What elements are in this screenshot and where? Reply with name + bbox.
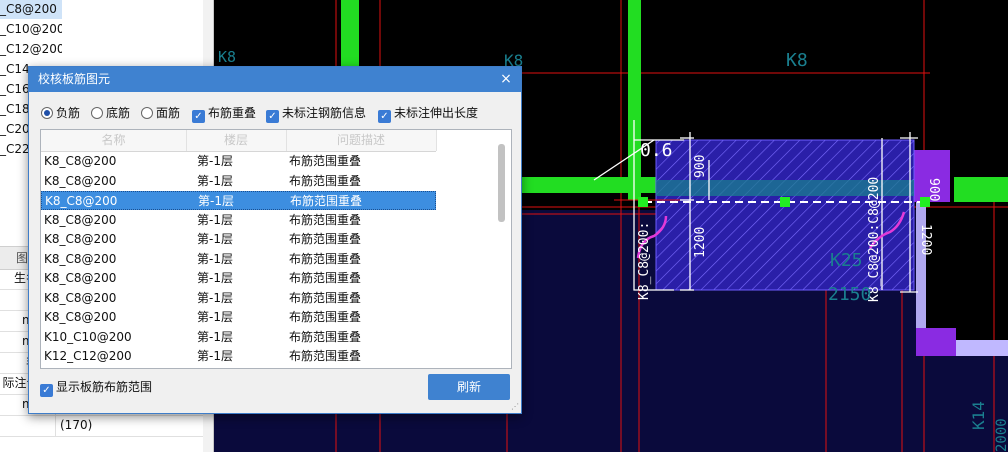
- label-k25: K25: [830, 250, 863, 271]
- radio-bottom-rebar[interactable]: 底筋: [91, 105, 130, 121]
- label-dim-2150: 2150: [828, 284, 871, 305]
- column-header-issue[interactable]: 问题描述: [286, 130, 437, 151]
- cell-floor: 第-1层: [197, 290, 233, 305]
- table-row[interactable]: K8_C8@200 第-1层 布筋范围重叠: [41, 191, 436, 210]
- radio-label: 面筋: [156, 106, 181, 120]
- cell-floor: 第-1层: [198, 194, 234, 208]
- cell-floor: 第-1层: [197, 173, 233, 188]
- cell-issue: 布筋范围重叠: [289, 232, 362, 246]
- cell-floor: 第-1层: [197, 329, 233, 344]
- label-dim-900-a: 900: [693, 155, 708, 178]
- cell-floor: 第-1层: [197, 212, 233, 227]
- table-row[interactable]: K8_C8@200 第-1层 布筋范围重叠: [41, 269, 436, 288]
- cell-name: K10_C10@200: [44, 329, 132, 344]
- cell-floor: 第-1层: [197, 310, 233, 324]
- checkbox-label: 显示板筋布筋范围: [56, 380, 153, 394]
- cell-issue: 布筋范围重叠: [290, 194, 363, 208]
- table-row[interactable]: K8_C8@200 第-1层 布筋范围重叠: [41, 308, 436, 327]
- radio-indicator: [141, 107, 153, 119]
- list-item[interactable]: _C10@200: [0, 19, 62, 39]
- checkbox-label: 布筋重叠: [208, 106, 257, 120]
- dialog-title: 校核板筋图元: [38, 72, 111, 86]
- radio-indicator: [41, 107, 53, 119]
- label-k8-right: K8: [786, 50, 808, 71]
- checkbox-label: 未标注伸出长度: [394, 106, 479, 120]
- label-dim-0-6: 0.6: [640, 140, 673, 161]
- cell-name: K8_C8@200: [44, 310, 117, 324]
- check-rebar-dialog: 校核板筋图元 × 负筋 底筋 面筋 ✓ 布筋重叠 ✓ 未标注钢筋信息 ✓ 未标注伸出长…: [28, 66, 522, 414]
- table-row[interactable]: K12_C12@200 第-1层 布筋范围重叠: [41, 347, 436, 366]
- label-dim-1200-a: 1200: [693, 227, 708, 258]
- column-header-floor[interactable]: 楼层: [186, 130, 287, 151]
- issue-table: 名称 楼层 问题描述 K8_C8@200 第-1层 布筋范围重叠 K8_C8@200 第…: [40, 129, 512, 369]
- table-row[interactable]: K8_C8@200 第-1层 布筋范围重叠: [41, 211, 436, 230]
- table-row[interactable]: K8_C8@200 第-1层 布筋范围重叠: [41, 172, 436, 191]
- cell-floor: 第-1层: [197, 271, 233, 285]
- table-row[interactable]: K8_C8@200 第-1层 布筋范围重叠: [41, 230, 436, 249]
- list-item[interactable]: _C8@200: [0, 0, 62, 19]
- checkmark-icon: ✓: [192, 110, 205, 123]
- close-icon[interactable]: ×: [497, 67, 515, 92]
- property-row[interactable]: (170): [0, 415, 213, 437]
- cell-issue: 布筋范围重叠: [289, 349, 362, 363]
- checkbox-missing-extension-length[interactable]: ✓ 未标注伸出长度: [378, 105, 479, 123]
- property-name: [0, 415, 52, 436]
- checkbox-label: 未标注钢筋信息: [282, 106, 367, 120]
- cell-name: K8_C8@200: [44, 173, 117, 188]
- cell-name: K8_C8@200: [44, 290, 117, 305]
- resize-grip-icon[interactable]: ⋰: [511, 403, 519, 411]
- checkmark-icon: ✓: [266, 110, 279, 123]
- cell-name: K8_C8@200: [44, 232, 117, 246]
- cell-name: K8_C8@200: [44, 251, 117, 266]
- cell-issue: 布筋范围重叠: [289, 329, 362, 344]
- checkbox-rebar-overlap[interactable]: ✓ 布筋重叠: [192, 105, 257, 123]
- radio-label: 负筋: [56, 106, 81, 120]
- radio-negative-rebar[interactable]: 负筋: [41, 105, 80, 121]
- cell-name: K12_C12@200: [44, 349, 132, 363]
- checkmark-icon: ✓: [40, 384, 53, 397]
- cell-floor: 第-1层: [197, 232, 233, 246]
- radio-indicator: [91, 107, 103, 119]
- cell-issue: 布筋范围重叠: [289, 251, 362, 266]
- label-k14: K14: [969, 401, 988, 430]
- cell-issue: 布筋范围重叠: [289, 154, 362, 168]
- cell-name: K8_C8@200: [45, 194, 118, 208]
- cell-name: K8_C8@200: [44, 271, 117, 285]
- cell-floor: 第-1层: [197, 154, 233, 168]
- table-row[interactable]: K8_C8@200 第-1层 布筋范围重叠: [41, 250, 436, 269]
- cell-floor: 第-1层: [197, 349, 233, 363]
- property-value[interactable]: (170): [55, 415, 210, 436]
- radio-top-rebar[interactable]: 面筋: [141, 105, 180, 121]
- label-edge-number: 2000: [994, 418, 1008, 452]
- cell-issue: 布筋范围重叠: [289, 212, 362, 227]
- cell-floor: 第-1层: [197, 251, 233, 266]
- checkbox-missing-rebar-info[interactable]: ✓ 未标注钢筋信息: [266, 105, 367, 123]
- label-rebar-left-vertical: K8_C8@200:: [637, 222, 652, 300]
- table-scrollbar[interactable]: [494, 130, 511, 368]
- cell-issue: 布筋范围重叠: [289, 173, 362, 188]
- radio-label: 底筋: [106, 106, 131, 120]
- label-dim-1200-b: 1200: [918, 224, 933, 255]
- label-dim-900-b: 900: [926, 178, 941, 201]
- list-item[interactable]: _C12@200: [0, 39, 62, 59]
- cell-name: K8_C8@200: [44, 212, 117, 227]
- cell-issue: 布筋范围重叠: [289, 271, 362, 285]
- table-header: 名称 楼层 问题描述: [41, 130, 437, 152]
- cell-issue: 布筋范围重叠: [289, 310, 362, 324]
- refresh-button[interactable]: 刷新: [428, 374, 510, 400]
- table-row[interactable]: K10_C10@200 第-1层 布筋范围重叠: [41, 328, 436, 347]
- checkbox-show-rebar-range[interactable]: ✓ 显示板筋布筋范围: [40, 379, 153, 397]
- column-header-name[interactable]: 名称: [41, 130, 187, 151]
- table-scrollbar-thumb[interactable]: [498, 144, 505, 222]
- checkmark-icon: ✓: [378, 110, 391, 123]
- cell-issue: 布筋范围重叠: [289, 290, 362, 305]
- label-k8-left: K8: [218, 48, 236, 66]
- cell-name: K8_C8@200: [44, 154, 117, 168]
- dialog-title-bar[interactable]: 校核板筋图元 ×: [29, 67, 521, 92]
- table-row[interactable]: K8_C8@200 第-1层 布筋范围重叠: [41, 289, 436, 308]
- table-row[interactable]: K8_C8@200 第-1层 布筋范围重叠: [41, 152, 436, 171]
